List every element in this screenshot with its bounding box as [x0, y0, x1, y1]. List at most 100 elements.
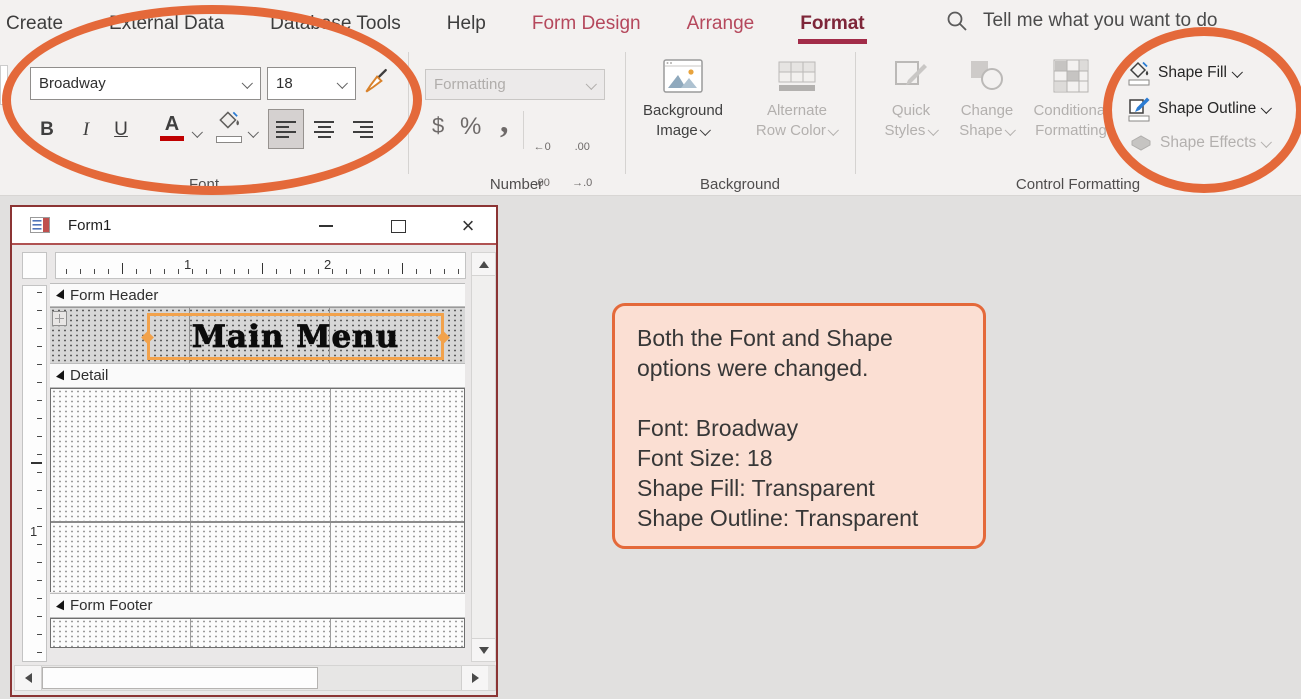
font-size-combobox[interactable]: 18 [267, 67, 356, 100]
scroll-down-button[interactable] [472, 638, 495, 661]
callout-text: Shape Fill: Transparent [637, 473, 973, 503]
detail-grid[interactable] [50, 388, 465, 592]
underline-button[interactable]: U [106, 111, 136, 149]
ribbon: Broadway 18 B I U A [0, 47, 1301, 196]
vertical-scrollbar[interactable] [471, 252, 496, 662]
triangle-right-icon [472, 673, 479, 683]
tab-arrange[interactable]: Arrange [687, 13, 755, 35]
resize-handle[interactable] [141, 331, 154, 344]
ruler-corner-box[interactable] [22, 252, 47, 279]
grid-line [51, 521, 464, 523]
chevron-down-icon [927, 125, 938, 136]
tab-help[interactable]: Help [447, 13, 486, 35]
minimize-icon [319, 225, 333, 227]
chevron-down-icon [242, 77, 253, 88]
font-name-combobox[interactable]: Broadway [30, 67, 261, 100]
chevron-down-icon [828, 125, 839, 136]
detail-section-label: Detail [70, 367, 108, 384]
triangle-down-icon [479, 647, 489, 654]
vertical-ruler[interactable]: 1 [22, 285, 47, 662]
underline-label: U [114, 119, 128, 141]
horizontal-ruler[interactable]: 1 2 [55, 252, 466, 279]
number-format-combobox: Formatting [425, 69, 605, 100]
scroll-left-button[interactable] [15, 666, 42, 690]
section-arrow-icon [56, 600, 64, 611]
shape-effects-icon [1129, 133, 1153, 153]
control-formatting-group-label: Control Formatting [855, 176, 1301, 193]
shape-fill-icon [1127, 59, 1151, 87]
main-menu-label[interactable]: Main Menu [192, 319, 400, 355]
tab-create[interactable]: Create [6, 13, 63, 35]
layout-move-handle[interactable] [52, 311, 67, 326]
section-arrow-icon [56, 370, 64, 381]
workspace: Form1 × 1 2 1 [0, 196, 1301, 699]
bold-button[interactable]: B [32, 111, 62, 149]
tab-format[interactable]: Format [800, 13, 864, 35]
align-left-button[interactable] [268, 109, 304, 149]
italic-label: I [83, 119, 89, 141]
change-shape-label: Change [961, 101, 1014, 121]
close-icon: × [462, 213, 475, 239]
maximize-button[interactable] [384, 212, 412, 240]
shape-outline-label: Shape Outline [1158, 100, 1256, 118]
horizontal-scrollbar[interactable] [14, 665, 496, 691]
tab-external-data[interactable]: External Data [109, 13, 224, 35]
fill-color-icon [216, 109, 242, 131]
resize-handle[interactable] [437, 331, 450, 344]
form-footer-section-bar[interactable]: Form Footer [50, 593, 465, 618]
font-color-button[interactable]: A [156, 113, 188, 141]
tell-me-search[interactable]: Tell me what you want to do [945, 9, 1217, 33]
chevron-down-icon[interactable] [248, 127, 259, 138]
form-header-section-bar[interactable]: Form Header [50, 283, 465, 307]
minimize-button[interactable] [312, 212, 340, 240]
align-center-button[interactable] [306, 109, 342, 149]
chevron-down-icon[interactable] [192, 127, 203, 138]
callout-text: Font Size: 18 [637, 443, 973, 473]
currency-button[interactable]: $ [432, 113, 444, 139]
comma-button[interactable]: , [500, 103, 509, 141]
background-group-label: Background [625, 176, 855, 193]
selected-label-control[interactable]: Main Menu [147, 313, 444, 360]
percent-button[interactable]: % [460, 113, 481, 141]
shape-effects-label: Shape Effects [1160, 134, 1256, 152]
number-format-placeholder: Formatting [434, 76, 506, 93]
align-right-button[interactable] [344, 109, 380, 149]
detail-section-bar[interactable]: Detail [50, 363, 465, 388]
form-header-band[interactable]: Main Menu [50, 307, 465, 364]
shape-fill-button[interactable]: Shape Fill [1127, 59, 1242, 87]
grid-line [190, 619, 191, 647]
number-group: Formatting $ % , ←0 .00 .00 →.0 Number [408, 47, 625, 196]
align-left-icon [276, 121, 296, 123]
scrollbar-thumb[interactable] [42, 667, 318, 689]
section-arrow-icon [56, 289, 64, 300]
ruler-number: 2 [324, 257, 331, 272]
chevron-down-icon [1261, 103, 1272, 114]
callout-text [637, 383, 973, 413]
background-image-icon [663, 59, 703, 93]
italic-button[interactable]: I [72, 111, 100, 149]
format-painter-button[interactable] [362, 68, 390, 101]
form1-titlebar[interactable]: Form1 × [12, 207, 496, 245]
tab-database-tools[interactable]: Database Tools [270, 13, 401, 35]
background-image-button[interactable]: Background Image [631, 59, 735, 141]
form-header-section-label: Form Header [70, 287, 158, 304]
font-group: Broadway 18 B I U A [0, 47, 408, 196]
align-center-icon [314, 121, 334, 123]
close-button[interactable]: × [454, 212, 482, 240]
grid-line [330, 389, 331, 592]
ruler-number: 1 [184, 257, 191, 272]
callout-text: Font: Broadway [637, 413, 973, 443]
decrease-decimals-icon: .00 [570, 141, 594, 153]
footer-grid[interactable] [50, 618, 465, 648]
tab-form-design[interactable]: Form Design [532, 13, 641, 35]
font-color-swatch [160, 136, 184, 141]
shape-outline-button[interactable]: Shape Outline [1127, 95, 1271, 123]
font-name-value: Broadway [39, 75, 106, 92]
chevron-down-icon [1261, 137, 1272, 148]
fill-color-button[interactable] [212, 109, 246, 143]
scroll-up-button[interactable] [472, 253, 495, 276]
background-group: Background Image Alternate Row Color Bac… [625, 47, 855, 196]
format-painter-icon [362, 68, 390, 96]
scroll-right-button[interactable] [461, 666, 488, 690]
shape-effects-button: Shape Effects [1129, 133, 1271, 153]
